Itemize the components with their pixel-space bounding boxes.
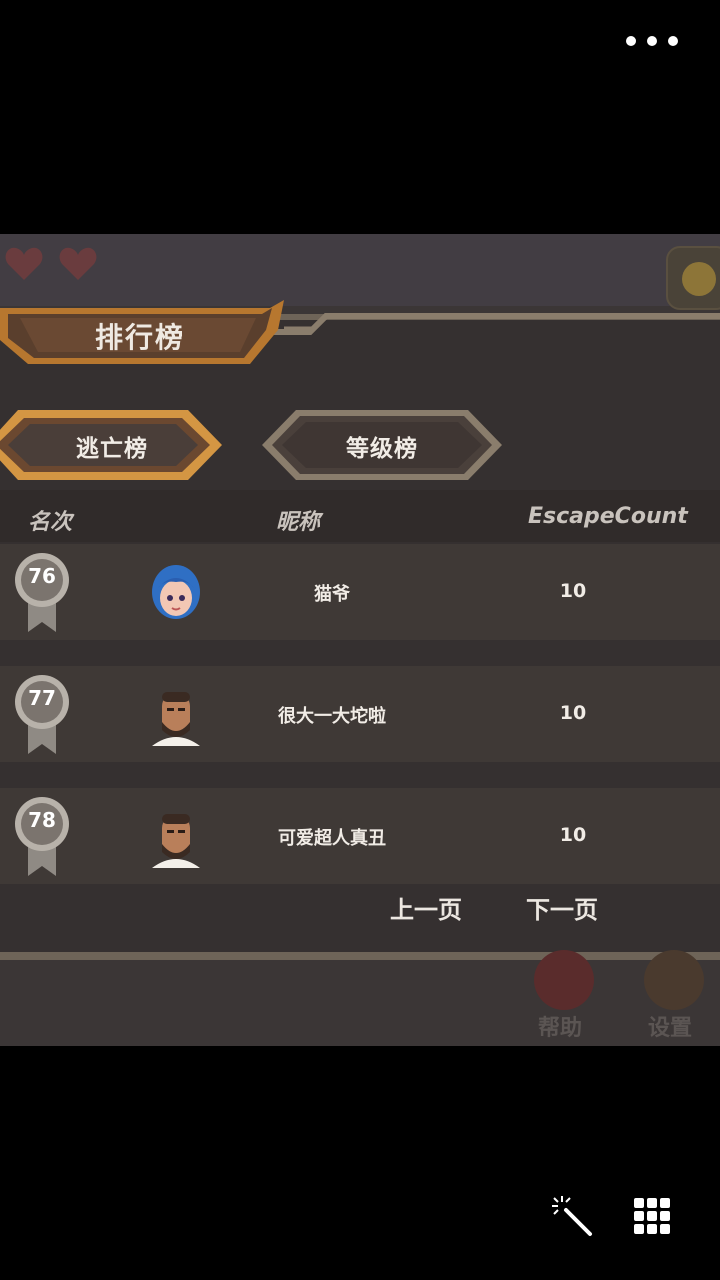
tab-escape-ranking-label: 逃亡榜 (76, 436, 148, 462)
more-dot-icon (626, 36, 636, 46)
panel-rail-decoration (270, 313, 720, 335)
rank-number: 77 (28, 686, 56, 710)
blue-hair-girl-avatar (152, 565, 200, 619)
column-rank: 名次 (28, 510, 73, 535)
coin-icon (666, 246, 720, 310)
settings-label: 设置 (648, 1016, 693, 1041)
more-dot-icon (668, 36, 678, 46)
more-dot-icon (647, 36, 657, 46)
rank-number: 76 (28, 564, 56, 588)
leaderboard-title: 排行榜 (94, 321, 185, 354)
player-nickname: 猫爷 (314, 584, 350, 605)
heart-icon (59, 247, 97, 280)
game-screenshot: 排行榜 逃亡榜 等级榜 名次 昵称 EscapeCount 76 猫爷 10 7… (0, 234, 720, 1046)
heart-icon (5, 247, 43, 280)
escape-count-value: 10 (559, 824, 587, 846)
column-nickname: 昵称 (276, 510, 321, 535)
table-row[interactable]: 76 猫爷 10 (0, 544, 720, 640)
escape-count-value: 10 (559, 580, 587, 602)
table-header: 名次 昵称 EscapeCount (0, 490, 720, 542)
column-escape-count: EscapeCount (528, 504, 688, 529)
next-page-button[interactable]: 下一页 (526, 890, 598, 925)
table-row[interactable]: 78 可爱超人真丑 10 (0, 788, 720, 884)
tab-escape-ranking[interactable]: 逃亡榜 (0, 406, 224, 484)
more-options-button[interactable] (626, 26, 678, 56)
tab-level-ranking-label: 等级榜 (346, 436, 418, 462)
tab-level-ranking[interactable]: 等级榜 (262, 406, 502, 484)
player-nickname: 很大一大坨啦 (278, 706, 386, 727)
help-icon (534, 950, 594, 1010)
game-hud-bar (0, 234, 720, 310)
prev-page-button[interactable]: 上一页 (390, 890, 462, 925)
rank-number: 78 (28, 808, 56, 832)
help-label: 帮助 (538, 1016, 583, 1041)
bearded-man-avatar (152, 692, 200, 746)
grid-icon[interactable] (634, 1198, 670, 1234)
escape-count-value: 10 (559, 702, 587, 724)
table-row[interactable]: 77 很大一大坨啦 10 (0, 666, 720, 762)
magic-wand-icon[interactable] (550, 1194, 594, 1238)
bearded-man-avatar (152, 814, 200, 868)
player-nickname: 可爱超人真丑 (278, 828, 386, 849)
settings-icon (644, 950, 704, 1010)
